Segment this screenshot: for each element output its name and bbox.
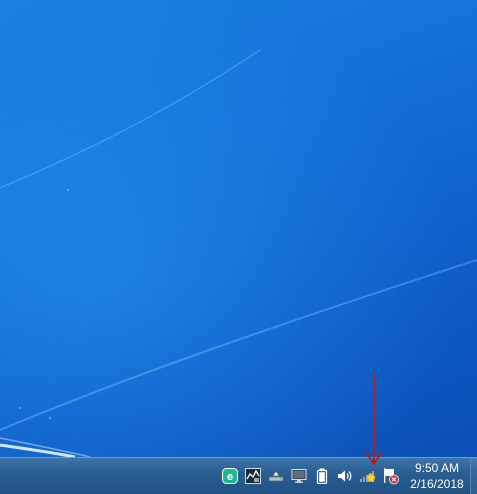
network-monitor-icon[interactable] xyxy=(244,467,262,485)
show-desktop-button[interactable] xyxy=(470,458,477,494)
display-monitor-icon[interactable] xyxy=(290,467,308,485)
network-signal-warning-icon[interactable] xyxy=(359,467,377,485)
volume-speaker-icon[interactable] xyxy=(336,467,354,485)
system-clock[interactable]: 9:50 AM 2/16/2018 xyxy=(406,460,468,492)
action-center-flag-error-icon[interactable] xyxy=(382,467,400,485)
svg-text:e: e xyxy=(227,471,233,483)
notification-area: e 9:50 AM 2/16/2018 xyxy=(216,458,477,494)
clock-date: 2/16/2018 xyxy=(410,477,464,491)
battery-icon[interactable] xyxy=(313,467,331,485)
wallpaper-swooshes xyxy=(0,49,477,457)
clock-time: 9:50 AM xyxy=(414,461,460,475)
removable-drive-icon[interactable] xyxy=(267,467,285,485)
eset-antivirus-icon[interactable]: e xyxy=(221,467,239,485)
desktop-background[interactable] xyxy=(0,0,477,457)
taskbar: e 9:50 AM 2/16/2018 xyxy=(0,457,477,494)
